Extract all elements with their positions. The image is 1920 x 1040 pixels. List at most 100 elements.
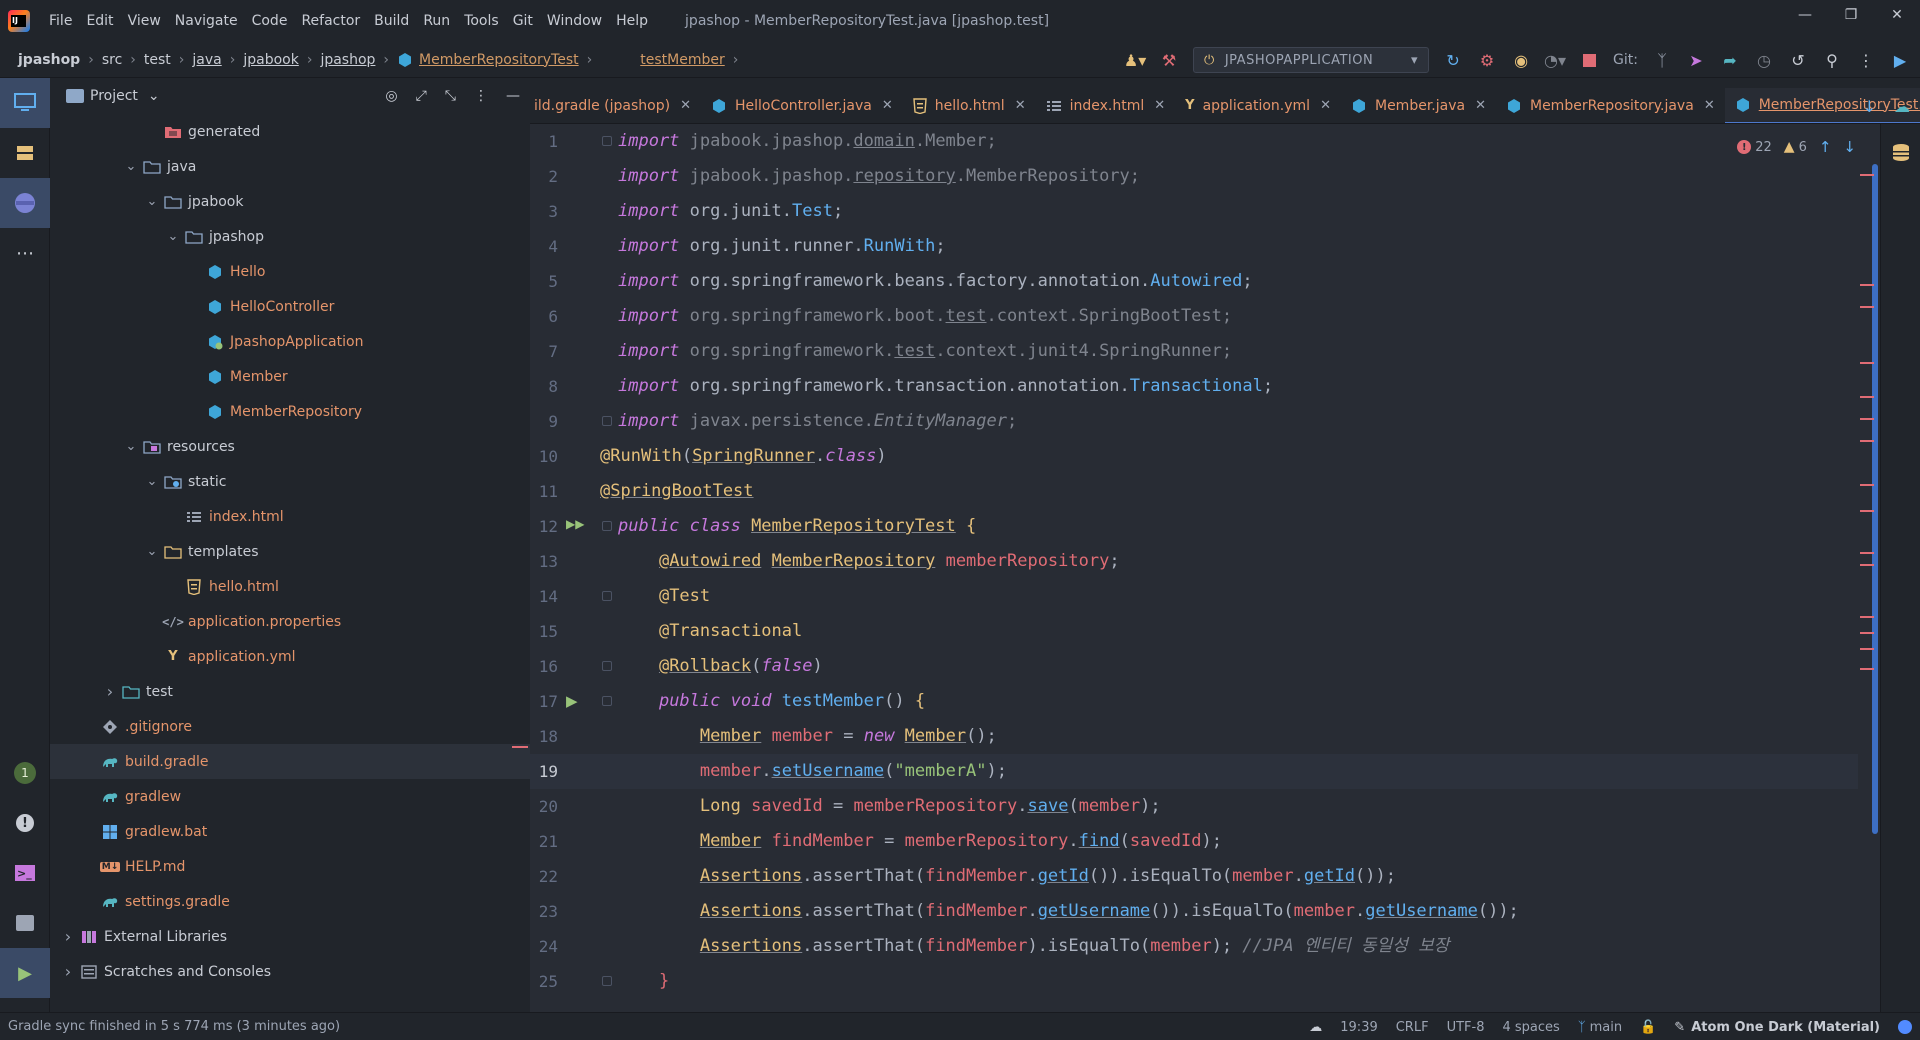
arrow-down-icon[interactable]: ↓ (1843, 138, 1856, 156)
line-number[interactable]: 10 (530, 439, 558, 474)
code-line[interactable]: Assertions.assertThat(findMember.getUser… (618, 894, 1519, 929)
code-line[interactable]: @RunWith(SpringRunner.class) (600, 439, 887, 474)
project-tool-button[interactable] (0, 78, 50, 128)
chevron-down-icon[interactable]: ⌄ (165, 229, 181, 244)
error-stripe-mark[interactable] (1860, 362, 1874, 364)
chevron-down-icon[interactable]: ⌄ (144, 194, 160, 209)
error-stripe-mark[interactable] (1860, 564, 1874, 566)
code-line[interactable]: Assertions.assertThat(findMember.getId()… (618, 859, 1396, 894)
editor-tab[interactable]: Yapplication.yml ✕ (1175, 88, 1341, 123)
database-tool-button[interactable] (0, 178, 50, 228)
line-number[interactable]: 5 (530, 264, 558, 299)
menu-refactor[interactable]: Refactor (294, 13, 367, 29)
menu-code[interactable]: Code (245, 13, 295, 29)
fold-marker-icon[interactable] (602, 521, 612, 531)
code-line[interactable]: import org.junit.Test; (618, 194, 843, 229)
line-separator[interactable]: CRLF (1396, 1020, 1429, 1035)
tree-item[interactable]: ⌄ java (50, 149, 530, 184)
error-stripe-mark[interactable] (1860, 484, 1874, 486)
code-line[interactable]: public class MemberRepositoryTest { (618, 509, 976, 544)
restore-icon[interactable]: ❐ (1828, 0, 1874, 30)
run-tool-button[interactable]: ▶ (0, 948, 50, 998)
line-number[interactable]: 25 (530, 964, 558, 999)
profile-icon[interactable]: ◔▾ (1544, 50, 1566, 70)
fold-marker-icon[interactable] (602, 696, 612, 706)
code-editor[interactable]: 1 2 3 4 5 6 7 8 9 10 11 12 ▶▶ 13 14 15 16 17 ▶ 18 19 20 21 22 23… (530, 124, 1920, 1012)
chevron-down-icon[interactable]: ⌄ (144, 544, 160, 559)
chevron-down-icon[interactable]: ⌄ (123, 439, 139, 454)
tree-item[interactable]: gradlew (50, 779, 530, 814)
code-line[interactable]: import org.springframework.boot.test.con… (618, 299, 1232, 334)
code-line[interactable]: import jpabook.jpashop.domain.Member; (618, 124, 997, 159)
code-line[interactable]: member.setUsername("memberA"); (618, 754, 1007, 789)
arrow-up-icon[interactable]: ↑ (1819, 138, 1832, 156)
terminal-tool-button[interactable]: >_ (0, 848, 50, 898)
breadcrumb-package-jpabook[interactable]: jpabook (243, 52, 298, 68)
tree-item[interactable]: M↓ HELP.md (50, 849, 530, 884)
tree-item[interactable]: ⌄ templates (50, 534, 530, 569)
caret-position[interactable]: 19:39 (1340, 1020, 1377, 1035)
line-number[interactable]: 3 (530, 194, 558, 229)
breadcrumb-method[interactable]: testMember (640, 52, 724, 68)
tree-item[interactable]: › test (50, 674, 530, 709)
debug-icon[interactable]: ⚙ (1477, 50, 1497, 70)
expand-all-icon[interactable]: ⤢ (416, 88, 427, 104)
rollback-icon[interactable]: ↺ (1788, 50, 1808, 70)
code-line[interactable]: @SpringBootTest (600, 474, 754, 509)
close-tab-icon[interactable]: ✕ (1475, 98, 1486, 113)
line-number[interactable]: 7 (530, 334, 558, 369)
tree-item[interactable]: index.html (50, 499, 530, 534)
users-icon[interactable]: ♟▾ (1124, 50, 1146, 70)
breadcrumb-package-jpashop[interactable]: jpashop (320, 52, 375, 68)
more-tools-button[interactable]: ⋯ (0, 228, 50, 278)
code-line[interactable]: import org.springframework.test.context.… (618, 334, 1232, 369)
stop-icon[interactable] (1579, 50, 1599, 70)
fold-marker-icon[interactable] (602, 661, 612, 671)
error-stripe-mark[interactable] (1860, 668, 1874, 670)
status-message[interactable]: Gradle sync finished in 5 s 774 ms (3 mi… (0, 1019, 340, 1034)
code-line[interactable]: import org.springframework.beans.factory… (618, 264, 1253, 299)
line-number[interactable]: 15 (530, 614, 558, 649)
git-commit-icon[interactable]: ➤ (1686, 50, 1706, 70)
coverage-icon[interactable]: ◉ (1511, 50, 1531, 70)
breadcrumb-project[interactable]: jpashop (18, 52, 80, 68)
line-number[interactable]: 9 (530, 404, 558, 439)
tree-item[interactable]: ⌄ jpabook (50, 184, 530, 219)
code-line[interactable]: import org.junit.runner.RunWith; (618, 229, 946, 264)
code-line[interactable]: @Rollback(false) (618, 649, 823, 684)
error-stripe-mark[interactable] (1860, 616, 1874, 618)
fold-marker-icon[interactable] (602, 416, 612, 426)
error-stripe-mark[interactable] (1860, 648, 1874, 650)
tree-item[interactable]: Hello (50, 254, 530, 289)
code-line[interactable]: import jpabook.jpashop.repository.Member… (618, 159, 1140, 194)
tree-item[interactable]: ⌄ static (50, 464, 530, 499)
code-line[interactable]: public void testMember() { (618, 684, 925, 719)
tree-item[interactable]: generated (50, 114, 530, 149)
error-stripe[interactable] (1860, 164, 1878, 834)
project-panel-title[interactable]: Project (90, 88, 138, 104)
tree-item[interactable]: HelloController (50, 289, 530, 324)
error-stripe-mark[interactable] (1860, 306, 1874, 308)
breadcrumb-java[interactable]: java (192, 52, 221, 68)
git-update-icon[interactable]: ᛉ (1652, 50, 1672, 70)
tree-item[interactable]: hello.html (50, 569, 530, 604)
code-line[interactable]: @Autowired MemberRepository memberReposi… (618, 544, 1120, 579)
fold-marker-icon[interactable] (602, 591, 612, 601)
code-line[interactable]: @Transactional (618, 614, 802, 649)
scroll-thumb[interactable] (1872, 164, 1878, 834)
menu-view[interactable]: View (121, 13, 168, 29)
chevron-down-icon[interactable]: ⌄ (144, 474, 160, 489)
menu-navigate[interactable]: Navigate (168, 13, 245, 29)
close-tab-icon[interactable]: ✕ (1320, 98, 1331, 113)
database-icon[interactable] (1890, 142, 1912, 164)
close-tab-icon[interactable]: ✕ (1154, 98, 1165, 113)
locate-icon[interactable]: ◎ (385, 88, 397, 104)
close-tab-icon[interactable]: ✕ (1704, 98, 1715, 113)
problems-tool-button[interactable]: ! (0, 798, 50, 848)
close-tab-icon[interactable]: ✕ (1015, 98, 1026, 113)
editor-tab[interactable]: ild.gradle (jpashop) ✕ (530, 88, 701, 123)
line-number[interactable]: 4 (530, 229, 558, 264)
line-number[interactable]: 2 (530, 159, 558, 194)
close-tab-icon[interactable]: ✕ (882, 98, 893, 113)
tree-item[interactable]: MemberRepository (50, 394, 530, 429)
